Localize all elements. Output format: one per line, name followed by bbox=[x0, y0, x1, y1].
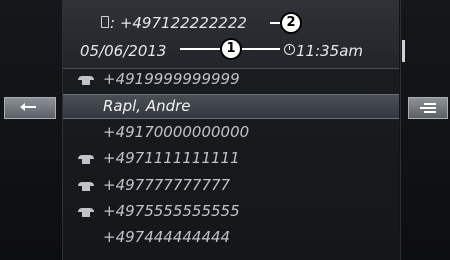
list-item[interactable]: +4971111111111 bbox=[63, 147, 399, 170]
handset-icon bbox=[78, 155, 94, 164]
mobile-phone-icon bbox=[101, 16, 109, 28]
left-panel bbox=[0, 0, 63, 260]
list-item-text: +49170000000000 bbox=[103, 123, 250, 141]
screen: : +497122222222 05/06/2013 11:35am 1 2 +… bbox=[0, 0, 450, 260]
right-panel bbox=[400, 0, 450, 260]
callout-2: 2 bbox=[280, 12, 302, 34]
header-number: : +497122222222 bbox=[110, 14, 247, 32]
scrollbar[interactable] bbox=[402, 40, 405, 62]
list-item[interactable]: +4919999999999 bbox=[63, 68, 399, 91]
list-item-selected[interactable]: Rapl, Andre bbox=[63, 94, 399, 119]
back-arrow-icon bbox=[20, 103, 36, 111]
header-time: 11:35am bbox=[296, 42, 364, 60]
list-item-text: Rapl, Andre bbox=[103, 97, 191, 115]
list-menu-icon bbox=[420, 102, 436, 114]
list-item[interactable]: +4975555555555 bbox=[63, 200, 399, 223]
handset-icon bbox=[78, 208, 94, 217]
list-item-text: +497444444444 bbox=[103, 228, 231, 246]
list-item-text: +4975555555555 bbox=[103, 202, 240, 220]
callout-1: 1 bbox=[220, 38, 242, 60]
options-menu-button[interactable] bbox=[408, 97, 448, 119]
back-button[interactable] bbox=[4, 97, 56, 119]
clock-icon bbox=[284, 44, 295, 55]
list-item-text: +4971111111111 bbox=[103, 149, 240, 167]
list-item[interactable]: +497777777777 bbox=[63, 174, 399, 197]
list-item-text: +497777777777 bbox=[103, 176, 231, 194]
list-item-text: +4919999999999 bbox=[103, 70, 240, 88]
handset-icon bbox=[78, 182, 94, 191]
list-item[interactable]: +49170000000000 bbox=[63, 121, 399, 144]
header-date: 05/06/2013 bbox=[80, 42, 167, 60]
list-item[interactable]: +497444444444 bbox=[63, 226, 399, 249]
handset-icon bbox=[78, 76, 94, 85]
